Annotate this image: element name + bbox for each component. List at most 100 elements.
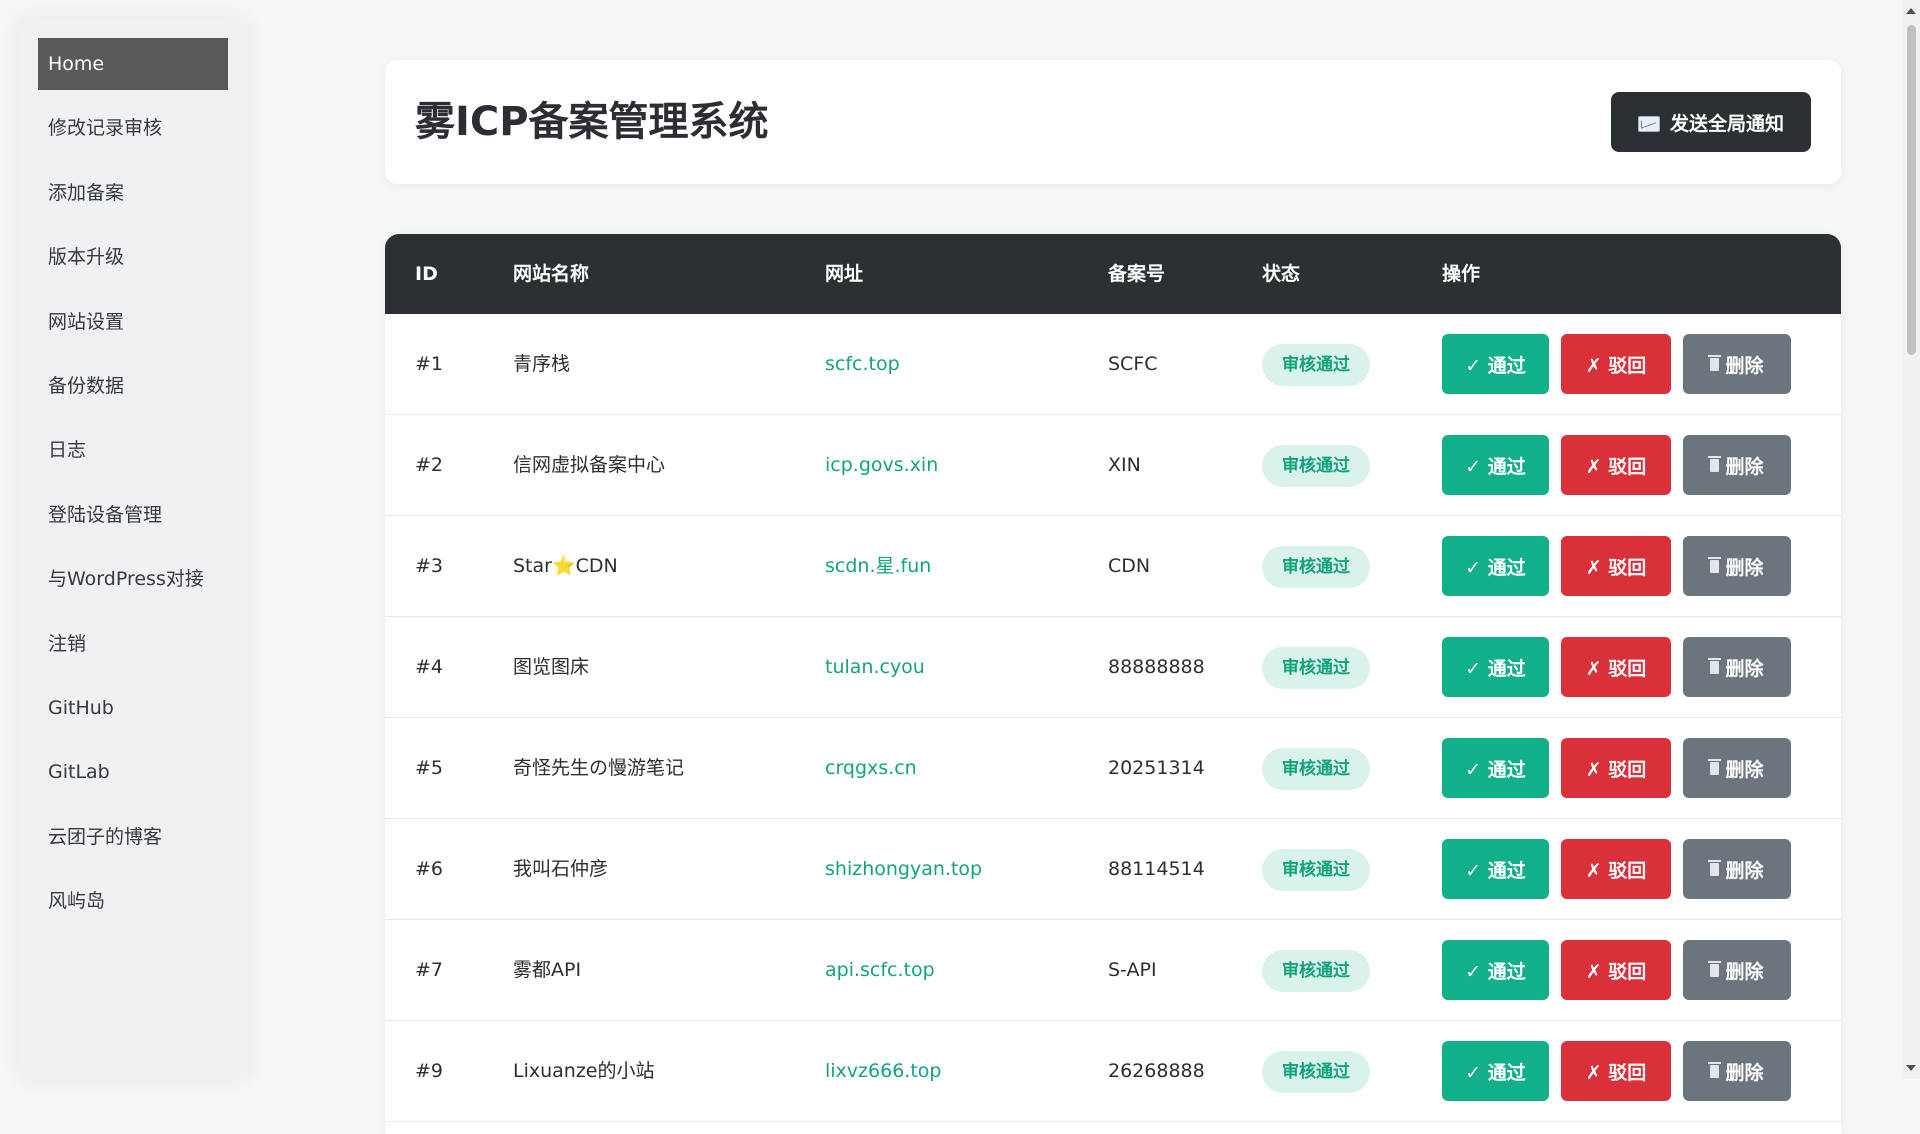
status-cell: 审核通过 [1262, 819, 1370, 919]
reject-button[interactable]: ✗ 驳回 [1561, 637, 1671, 697]
status-badge: 审核通过 [1262, 949, 1370, 992]
approve-button[interactable]: ✓ 通过 [1442, 940, 1549, 1000]
site-url-link[interactable]: api.scfc.top [825, 920, 935, 1020]
sidebar-item-github[interactable]: GitHub [38, 682, 228, 734]
sidebar-item-gitlab[interactable]: GitLab [38, 746, 228, 798]
trash-icon [1708, 556, 1722, 573]
site-url-link[interactable]: scdn.星.fun [825, 516, 931, 616]
column-header-status: 状态 [1262, 263, 1301, 285]
icp-number: 26268888 [1108, 1060, 1205, 1082]
page-scrollbar[interactable] [1902, 0, 1920, 1079]
site-url-link[interactable]: lixvz666.top [825, 1021, 941, 1121]
record-id: #3 [415, 555, 444, 577]
site-name: 青序栈 [513, 353, 571, 375]
trash-icon [1708, 657, 1722, 674]
delete-button[interactable]: 删除 [1683, 536, 1791, 596]
table-row: #6 我叫石仲彦 shizhongyan.top 88114514 审核通过 ✓… [385, 819, 1841, 920]
table-row: #2 信网虚拟备案中心 icp.govs.xin XIN 审核通过 ✓ 通过 ✗… [385, 415, 1841, 516]
sidebar-item-logout[interactable]: 注销 [38, 618, 228, 670]
table-row: #9 Lixuanze的小站 lixvz666.top 26268888 审核通… [385, 1021, 1841, 1122]
row-actions: ✓ 通过 ✗ 驳回 删除 [1442, 516, 1791, 616]
records-table: ID 网站名称 网址 备案号 状态 操作 #1 青序栈 scfc.top SCF… [385, 234, 1841, 1134]
delete-button[interactable]: 删除 [1683, 839, 1791, 899]
sidebar-item-backup[interactable]: 备份数据 [38, 360, 228, 412]
scroll-up-arrow-icon[interactable] [1906, 8, 1916, 14]
approve-button[interactable]: ✓ 通过 [1442, 334, 1549, 394]
sidebar-item-logs[interactable]: 日志 [38, 424, 228, 476]
delete-button[interactable]: 删除 [1683, 1041, 1791, 1101]
page-title: 雾ICP备案管理系统 [415, 99, 769, 145]
trash-icon [1708, 455, 1722, 472]
delete-button[interactable]: 删除 [1683, 637, 1791, 697]
table-header: ID 网站名称 网址 备案号 状态 操作 [385, 234, 1841, 314]
sidebar-item-wordpress[interactable]: 与WordPress对接 [38, 553, 228, 605]
site-url-link[interactable]: tulan.cyou [825, 617, 925, 717]
row-actions: ✓ 通过 ✗ 驳回 删除 [1442, 718, 1791, 818]
site-name: 我叫石仲彦 [513, 858, 609, 880]
status-cell: 审核通过 [1262, 718, 1370, 818]
record-id: #2 [415, 454, 444, 476]
record-id: #6 [415, 858, 444, 880]
approve-button[interactable]: ✓ 通过 [1442, 1041, 1549, 1101]
sidebar-item-add-record[interactable]: 添加备案 [38, 167, 228, 219]
delete-button[interactable]: 删除 [1683, 435, 1791, 495]
trash-icon [1708, 1061, 1722, 1078]
approve-button[interactable]: ✓ 通过 [1442, 435, 1549, 495]
sidebar-item-devices[interactable]: 登陆设备管理 [38, 489, 228, 541]
row-actions: ✓ 通过 ✗ 驳回 删除 [1442, 314, 1791, 414]
sidebar-item-blog[interactable]: 云团子的博客 [38, 811, 228, 863]
scroll-down-arrow-icon[interactable] [1906, 1065, 1916, 1071]
record-id: #1 [415, 353, 444, 375]
sidebar-item-fengyudao[interactable]: 风屿岛 [38, 875, 228, 927]
reject-button[interactable]: ✗ 驳回 [1561, 1041, 1671, 1101]
reject-button[interactable]: ✗ 驳回 [1561, 334, 1671, 394]
send-global-notice-label: 发送全局通知 [1669, 112, 1784, 135]
status-cell: 审核通过 [1262, 1021, 1370, 1121]
reject-button[interactable]: ✗ 驳回 [1561, 435, 1671, 495]
column-header-id: ID [415, 263, 438, 285]
site-url-link[interactable]: shizhongyan.top [825, 819, 982, 919]
sidebar-item-site-settings[interactable]: 网站设置 [38, 296, 228, 348]
site-url-link[interactable]: scfc.top [825, 314, 900, 414]
reject-button[interactable]: ✗ 驳回 [1561, 940, 1671, 1000]
row-actions: ✓ 通过 ✗ 驳回 删除 [1442, 920, 1791, 1020]
status-badge: 审核通过 [1262, 343, 1370, 386]
delete-button[interactable]: 删除 [1683, 738, 1791, 798]
sidebar-item-change-review[interactable]: 修改记录审核 [38, 102, 228, 154]
header-card: 雾ICP备案管理系统 发送全局通知 [385, 60, 1841, 184]
sidebar-item-home[interactable]: Home [38, 38, 228, 90]
reject-button[interactable]: ✗ 驳回 [1561, 839, 1671, 899]
status-cell: 审核通过 [1262, 415, 1370, 515]
column-header-actions: 操作 [1442, 263, 1481, 285]
approve-button[interactable]: ✓ 通过 [1442, 738, 1549, 798]
column-header-name: 网站名称 [513, 263, 590, 285]
site-name-part: CDN [575, 555, 618, 577]
record-id: #5 [415, 757, 444, 779]
site-name: 图览图床 [513, 656, 590, 678]
icp-number: 20251314 [1108, 757, 1205, 779]
table-row: #1 青序栈 scfc.top SCFC 审核通过 ✓ 通过 ✗ 驳回 删除 [385, 314, 1841, 415]
sidebar: Home 修改记录审核 添加备案 版本升级 网站设置 备份数据 日志 登陆设备管… [18, 18, 248, 1079]
record-id: #9 [415, 1060, 444, 1082]
reject-button[interactable]: ✗ 驳回 [1561, 536, 1671, 596]
table-row: #7 雾都API api.scfc.top S-API 审核通过 ✓ 通过 ✗ … [385, 920, 1841, 1021]
sidebar-item-upgrade[interactable]: 版本升级 [38, 231, 228, 283]
approve-button[interactable]: ✓ 通过 [1442, 536, 1549, 596]
send-global-notice-button[interactable]: 发送全局通知 [1611, 92, 1811, 152]
delete-button[interactable]: 删除 [1683, 334, 1791, 394]
site-url-link[interactable]: icp.govs.xin [825, 415, 938, 515]
column-header-icp: 备案号 [1108, 263, 1166, 285]
site-name: 信网虚拟备案中心 [513, 454, 666, 476]
status-badge: 审核通过 [1262, 444, 1370, 487]
icp-number: SCFC [1108, 353, 1158, 375]
delete-button[interactable]: 删除 [1683, 940, 1791, 1000]
delete-label: 删除 [1725, 859, 1764, 882]
scrollbar-thumb[interactable] [1907, 25, 1916, 355]
approve-button[interactable]: ✓ 通过 [1442, 637, 1549, 697]
reject-button[interactable]: ✗ 驳回 [1561, 738, 1671, 798]
status-badge: 审核通过 [1262, 646, 1370, 689]
approve-button[interactable]: ✓ 通过 [1442, 839, 1549, 899]
site-url-link[interactable]: crqgxs.cn [825, 718, 917, 818]
site-name: Star⭐CDN [513, 516, 618, 616]
site-name-part: Star [513, 555, 552, 577]
